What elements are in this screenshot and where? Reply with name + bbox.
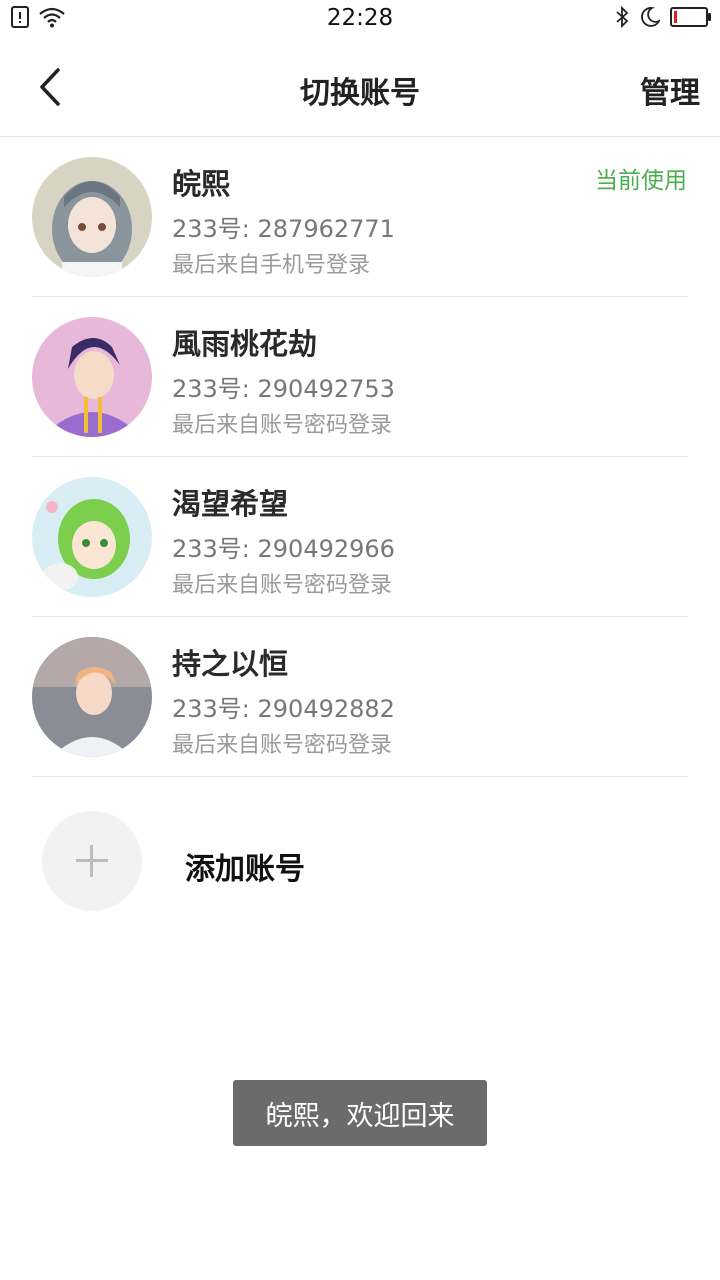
add-account-button[interactable]: 添加账号: [0, 800, 720, 920]
avatar: [32, 317, 152, 437]
login-method: 最后来自手机号登录: [172, 253, 371, 278]
moon-icon: [641, 7, 660, 27]
battery-level: [674, 11, 677, 23]
status-time: 22:28: [326, 5, 394, 31]
toast-message: 皖熙，欢迎回来: [233, 1080, 487, 1146]
account-name: 風雨桃花劫: [172, 327, 318, 361]
account-name: 持之以恒: [172, 647, 289, 681]
login-method: 最后来自账号密码登录: [172, 413, 393, 438]
divider: [32, 776, 688, 777]
battery-icon: [670, 7, 711, 27]
status-bar: 22:28: [0, 0, 720, 40]
account-name: 皖熙: [172, 167, 231, 201]
login-method: 最后来自账号密码登录: [172, 733, 393, 758]
avatar: [32, 157, 152, 277]
account-list: 皖熙 233号: 287962771 最后来自手机号登录 当前使用 風雨桃花劫 …: [0, 137, 720, 777]
account-id: 233号: 287962771: [172, 215, 395, 243]
account-row[interactable]: 渴望希望 233号: 290492966 最后来自账号密码登录: [0, 457, 720, 617]
manage-button[interactable]: 管理: [640, 68, 700, 112]
current-badge: 当前使用: [595, 168, 687, 194]
account-row[interactable]: 風雨桃花劫 233号: 290492753 最后来自账号密码登录: [0, 297, 720, 457]
account-row[interactable]: 皖熙 233号: 287962771 最后来自手机号登录 当前使用: [0, 137, 720, 297]
account-id: 233号: 290492882: [172, 695, 395, 723]
avatar: [32, 637, 152, 757]
account-id: 233号: 290492966: [172, 535, 395, 563]
account-id: 233号: 290492753: [172, 375, 395, 403]
account-name: 渴望希望: [172, 487, 289, 521]
avatar: [32, 477, 152, 597]
add-account-label: 添加账号: [185, 852, 305, 887]
account-row[interactable]: 持之以恒 233号: 290492882 最后来自账号密码登录: [0, 617, 720, 777]
nav-bar: 切换账号 管理: [0, 40, 720, 137]
status-right-icons: [614, 6, 711, 28]
page-title: 切换账号: [300, 76, 420, 111]
bluetooth-icon: [616, 6, 629, 28]
plus-icon: [42, 811, 142, 911]
login-method: 最后来自账号密码登录: [172, 573, 393, 598]
